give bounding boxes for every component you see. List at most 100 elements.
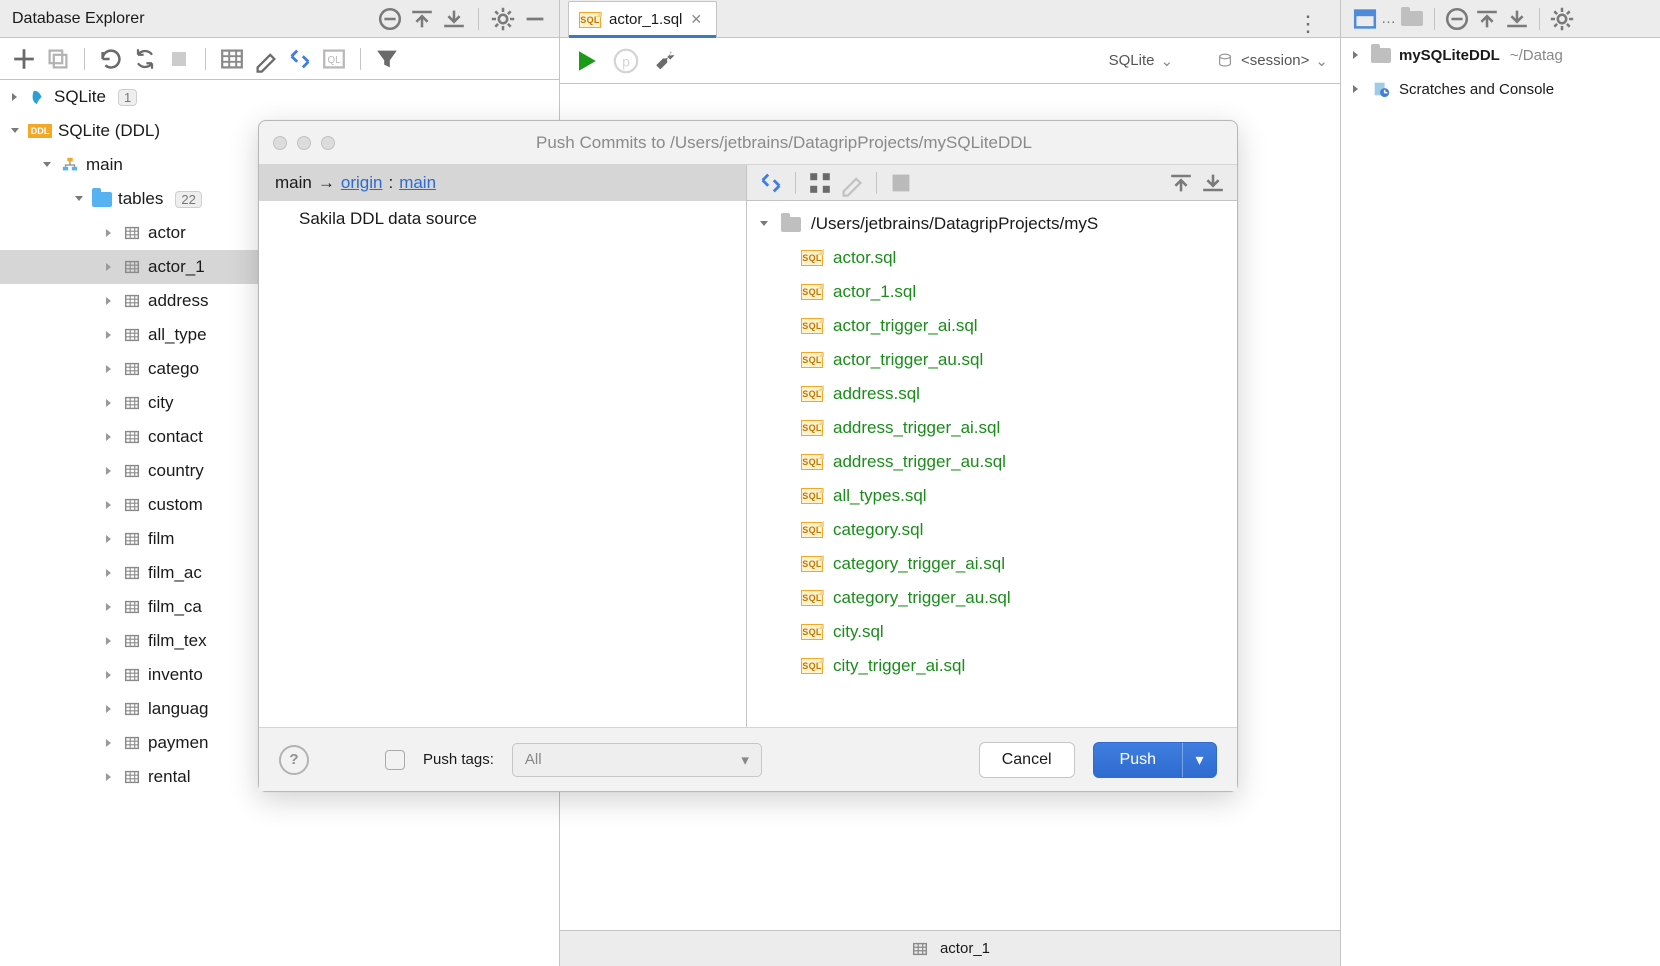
sql-file-icon: SQL [801, 318, 823, 334]
table-name: contact [148, 427, 203, 447]
push-split-icon[interactable]: ▾ [1182, 743, 1216, 777]
gear-icon[interactable] [1548, 5, 1576, 33]
chevron-right-icon[interactable] [102, 566, 116, 580]
project-root[interactable]: mySQLiteDDL ~/Datag [1341, 38, 1660, 72]
help-icon[interactable]: ? [279, 745, 309, 775]
chevron-right-icon[interactable] [102, 736, 116, 750]
changed-file-row[interactable]: SQLcategory_trigger_ai.sql [747, 547, 1237, 581]
changed-files-list[interactable]: /Users/jetbrains/DatagripProjects/myS SQ… [747, 201, 1237, 727]
edit-icon[interactable] [252, 45, 280, 73]
expand-up-icon[interactable] [1167, 169, 1195, 197]
changed-file-row[interactable]: SQLactor_1.sql [747, 275, 1237, 309]
edit-icon[interactable] [838, 169, 866, 197]
push-tags-select[interactable]: All ▾ [512, 743, 762, 777]
stop-icon[interactable] [165, 45, 193, 73]
file-name: actor_trigger_ai.sql [833, 316, 978, 336]
window-traffic-lights[interactable] [273, 136, 335, 150]
file-name: all_types.sql [833, 486, 927, 506]
group-by-icon[interactable] [806, 169, 834, 197]
minimize-icon[interactable] [521, 5, 549, 33]
expand-up-icon[interactable] [408, 5, 436, 33]
changed-file-row[interactable]: SQLcategory.sql [747, 513, 1237, 547]
chevron-right-icon[interactable] [102, 226, 116, 240]
table-icon [122, 631, 142, 651]
sqlite-icon [28, 87, 48, 107]
chevron-right-icon[interactable] [102, 634, 116, 648]
sync-icon[interactable] [131, 45, 159, 73]
chevron-right-icon[interactable] [102, 430, 116, 444]
commits-tree[interactable]: main → origin : main Sakila DDL data sou… [259, 165, 747, 727]
cancel-button[interactable]: Cancel [979, 742, 1075, 778]
chevron-right-icon[interactable] [102, 600, 116, 614]
commit-label[interactable]: Sakila DDL data source [259, 201, 746, 229]
changed-file-row[interactable]: SQLactor.sql [747, 241, 1237, 275]
datasource-count: 1 [118, 89, 137, 106]
changed-file-row[interactable]: SQLactor_trigger_au.sql [747, 343, 1237, 377]
editor-tab[interactable]: SQL actor_1.sql ✕ [568, 1, 717, 37]
gear-icon[interactable] [489, 5, 517, 33]
chevron-right-icon[interactable] [102, 532, 116, 546]
changed-file-row[interactable]: SQLaddress_trigger_au.sql [747, 445, 1237, 479]
query-console-icon[interactable]: QL [320, 45, 348, 73]
changed-file-row[interactable]: SQL actor_trigger_ai.sql [747, 309, 1237, 343]
session-icon [1215, 51, 1235, 71]
table-icon [122, 529, 142, 549]
run-icon[interactable] [572, 47, 600, 75]
jump-to-source-icon[interactable] [286, 45, 314, 73]
collapse-all-icon[interactable] [376, 5, 404, 33]
sql-file-icon: SQL [801, 420, 823, 436]
open-folder-icon[interactable] [1398, 5, 1426, 33]
branch-remote-ref[interactable]: main [399, 173, 436, 193]
changed-file-row[interactable]: SQLcity_trigger_ai.sql [747, 649, 1237, 683]
folder-row[interactable]: /Users/jetbrains/DatagripProjects/myS [747, 207, 1237, 241]
changed-file-row[interactable]: SQLcategory_trigger_au.sql [747, 581, 1237, 615]
wrench-icon[interactable] [652, 47, 680, 75]
changed-file-row[interactable]: SQLaddress.sql [747, 377, 1237, 411]
more-tabs-icon[interactable]: ⋮ [1287, 11, 1332, 37]
expand-down-icon[interactable] [440, 5, 468, 33]
panel-view-icon[interactable] [1351, 5, 1379, 33]
expand-down-icon[interactable] [1503, 5, 1531, 33]
chevron-right-icon[interactable] [102, 770, 116, 784]
plan-icon[interactable]: p [612, 47, 640, 75]
table-icon[interactable] [218, 45, 246, 73]
expand-down-icon[interactable] [1199, 169, 1227, 197]
branch-remote[interactable]: origin [341, 173, 383, 193]
table-name: all_type [148, 325, 207, 345]
chevron-right-icon[interactable] [102, 498, 116, 512]
push-button[interactable]: Push ▾ [1093, 742, 1217, 778]
refresh-icon[interactable] [97, 45, 125, 73]
colon-glyph: : [388, 173, 393, 193]
chevron-right-icon[interactable] [102, 396, 116, 410]
chevron-right-icon[interactable] [102, 668, 116, 682]
file-name: category_trigger_ai.sql [833, 554, 1005, 574]
branch-row[interactable]: main → origin : main [259, 165, 746, 201]
diff-icon[interactable] [887, 169, 915, 197]
add-icon[interactable] [10, 45, 38, 73]
table-icon [122, 563, 142, 583]
filter-icon[interactable] [373, 45, 401, 73]
datasource-sqlite[interactable]: SQLite 1 [0, 80, 559, 114]
chevron-right-icon[interactable] [102, 328, 116, 342]
table-name: custom [148, 495, 203, 515]
file-name: actor.sql [833, 248, 896, 268]
chevron-right-icon[interactable] [102, 362, 116, 376]
dialect-dropdown[interactable]: SQLite ⌄ [1109, 52, 1173, 70]
tables-count: 22 [175, 191, 201, 208]
collapse-all-icon[interactable] [1443, 5, 1471, 33]
scratches-node[interactable]: Scratches and Console [1341, 72, 1660, 106]
session-dropdown[interactable]: <session> ⌄ [1215, 51, 1328, 71]
expand-up-icon[interactable] [1473, 5, 1501, 33]
changed-file-row[interactable]: SQLaddress_trigger_ai.sql [747, 411, 1237, 445]
push-tags-checkbox[interactable] [385, 750, 405, 770]
close-tab-icon[interactable]: ✕ [690, 11, 702, 28]
copy-icon[interactable] [44, 45, 72, 73]
chevron-right-icon[interactable] [102, 464, 116, 478]
chevron-right-icon[interactable] [102, 702, 116, 716]
jump-to-source-icon[interactable] [757, 169, 785, 197]
scratches-icon [1371, 79, 1391, 99]
chevron-right-icon[interactable] [102, 294, 116, 308]
changed-file-row[interactable]: SQLall_types.sql [747, 479, 1237, 513]
chevron-right-icon[interactable] [102, 260, 116, 274]
changed-file-row[interactable]: SQLcity.sql [747, 615, 1237, 649]
